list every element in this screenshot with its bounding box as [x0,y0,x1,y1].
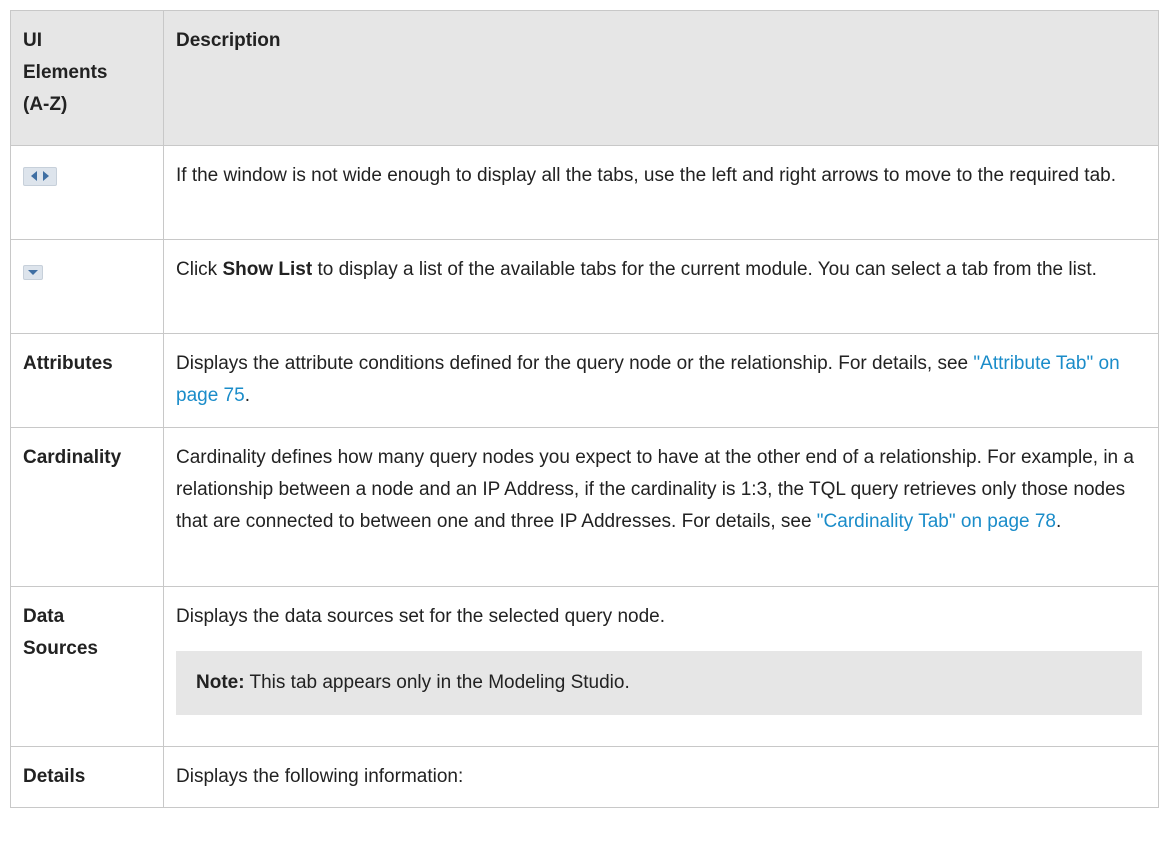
dropdown-arrow-icon [23,265,43,280]
element-label-details: Details [10,746,164,808]
element-label-line: Data [23,606,65,627]
left-arrow-icon [31,171,37,181]
description-cell: If the window is not wide enough to disp… [163,145,1159,240]
desc-text: Click [176,259,223,280]
header-ui-elements-line: UI [23,30,42,51]
header-ui-elements: UI Elements (A-Z) [10,10,164,146]
header-description: Description [163,10,1159,146]
chevron-down-icon [28,270,38,275]
element-cell [10,145,164,240]
element-cell [10,239,164,334]
element-label-attributes: Attributes [10,333,164,428]
table-header-row: UI Elements (A-Z) Description [10,10,1159,146]
note-label: Note: [196,672,245,693]
show-list-label: Show List [222,259,313,280]
cardinality-tab-link[interactable]: "Cardinality Tab" on page 78 [817,511,1056,532]
table-row: Cardinality Cardinality defines how many… [10,427,1159,587]
note-text: This tab appears only in the Modeling St… [244,672,630,693]
desc-text: Displays the data sources set for the se… [176,606,665,627]
element-label-data-sources: Data Sources [10,586,164,747]
description-cell: Cardinality defines how many query nodes… [163,427,1159,587]
left-right-arrows-icon [23,166,57,186]
table-row: Details Displays the following informati… [10,746,1159,808]
desc-text: . [244,385,250,406]
note-box: Note: This tab appears only in the Model… [176,651,1142,715]
table-row: Data Sources Displays the data sources s… [10,586,1159,747]
description-cell: Displays the attribute conditions define… [163,333,1159,428]
header-ui-elements-line: Elements [23,62,108,83]
ui-elements-table: UI Elements (A-Z) Description If the win… [10,10,1159,808]
description-cell: Displays the data sources set for the se… [163,586,1159,747]
description-cell: Click Show List to display a list of the… [163,239,1159,334]
table-row: Click Show List to display a list of the… [10,239,1159,334]
table-row: If the window is not wide enough to disp… [10,145,1159,240]
desc-text: Displays the attribute conditions define… [176,353,974,374]
right-arrow-icon [43,171,49,181]
element-label-line: Sources [23,638,98,659]
table-row: Attributes Displays the attribute condit… [10,333,1159,428]
description-cell: Displays the following information: [163,746,1159,808]
element-label-cardinality: Cardinality [10,427,164,587]
header-ui-elements-line: (A-Z) [23,94,68,115]
desc-text: to display a list of the available tabs … [312,259,1097,280]
desc-text: . [1056,511,1062,532]
